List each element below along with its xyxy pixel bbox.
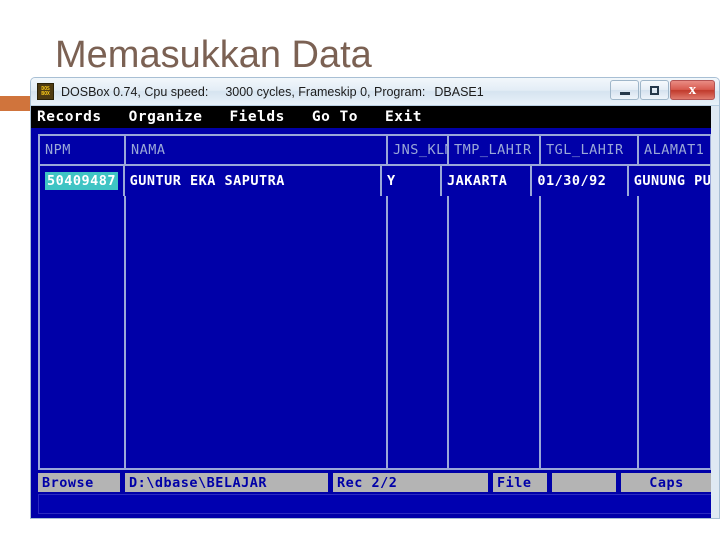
cell-alamat1[interactable]: GUNUNG PU: [629, 166, 710, 196]
close-button[interactable]: x: [670, 80, 715, 100]
cell-tgl-lahir[interactable]: 01/30/92: [532, 166, 629, 196]
page-title: Memasukkan Data: [55, 34, 372, 76]
browse-area: NPM NAMA JNS_KLM TMP_LAHIR TGL_LAHIR ALA…: [31, 128, 719, 470]
column-header-alamat1[interactable]: ALAMAT1: [639, 136, 710, 164]
empty-cell-alamat1: [639, 196, 710, 468]
dosbox-window: DOS BOX DOSBox 0.74, Cpu speed: 3000 cycl…: [30, 77, 720, 519]
window-right-frame: [711, 106, 719, 518]
cell-nama[interactable]: GUNTUR EKA SAPUTRA: [125, 166, 382, 196]
empty-cell-npm: [40, 196, 126, 468]
dosbox-icon-line-2: BOX: [41, 90, 50, 97]
window-controls: x: [609, 80, 715, 100]
browse-grid: NPM NAMA JNS_KLM TMP_LAHIR TGL_LAHIR ALA…: [38, 134, 712, 470]
dbase-statusbar: Browse D:\dbase\BELAJAR Rec 2/2 File Cap…: [31, 470, 719, 518]
menu-item-exit[interactable]: Exit: [385, 109, 422, 125]
window-title-emulator: DOSBox 0.74, Cpu speed:: [61, 84, 209, 99]
window-title-program: DBASE1: [434, 84, 484, 99]
empty-cell-jns-klm: [388, 196, 449, 468]
column-header-tgl-lahir[interactable]: TGL_LAHIR: [541, 136, 639, 164]
status-message-area: [38, 494, 712, 514]
dos-screen: Records Organize Fields Go To Exit NPM N…: [31, 106, 719, 518]
window-title-speed: 3000 cycles, Frameskip 0, Program:: [225, 84, 426, 99]
status-caps: Caps: [621, 473, 712, 492]
column-header-jns-klm[interactable]: JNS_KLM: [388, 136, 449, 164]
menu-item-fields[interactable]: Fields: [229, 109, 284, 125]
status-file[interactable]: File: [493, 473, 547, 492]
column-header-nama[interactable]: NAMA: [126, 136, 388, 164]
window-title: DOSBox 0.74, Cpu speed: 3000 cycles, Fram…: [61, 85, 484, 99]
cell-jns-klm[interactable]: Y: [382, 166, 442, 196]
status-segments: Browse D:\dbase\BELAJAR Rec 2/2 File Cap…: [38, 473, 712, 492]
status-mode[interactable]: Browse: [38, 473, 120, 492]
empty-cell-tgl-lahir: [541, 196, 639, 468]
column-header-npm[interactable]: NPM: [40, 136, 126, 164]
close-icon: x: [688, 81, 697, 98]
cell-npm[interactable]: 50409487: [40, 166, 125, 196]
window-titlebar[interactable]: DOS BOX DOSBox 0.74, Cpu speed: 3000 cycl…: [31, 78, 719, 106]
grid-empty-area: [40, 196, 710, 468]
empty-cell-tmp-lahir: [449, 196, 541, 468]
menu-item-go-to[interactable]: Go To: [312, 109, 358, 125]
column-header-tmp-lahir[interactable]: TMP_LAHIR: [449, 136, 541, 164]
cell-npm-value: 50409487: [45, 172, 119, 190]
status-path[interactable]: D:\dbase\BELAJAR: [125, 473, 328, 492]
empty-cell-nama: [126, 196, 388, 468]
status-record[interactable]: Rec 2/2: [333, 473, 488, 492]
maximize-button[interactable]: [640, 80, 669, 100]
table-row[interactable]: 50409487 GUNTUR EKA SAPUTRA Y JAKARTA 01…: [40, 166, 710, 196]
status-blank: [552, 473, 616, 492]
cell-tmp-lahir[interactable]: JAKARTA: [442, 166, 533, 196]
dosbox-icon: DOS BOX: [37, 83, 54, 100]
maximize-icon: [650, 85, 659, 95]
minimize-button[interactable]: [610, 80, 639, 100]
menu-item-organize[interactable]: Organize: [129, 109, 203, 125]
minimize-icon: [619, 91, 630, 95]
grid-header-row: NPM NAMA JNS_KLM TMP_LAHIR TGL_LAHIR ALA…: [40, 136, 710, 166]
dbase-menubar: Records Organize Fields Go To Exit: [31, 106, 719, 128]
menu-item-records[interactable]: Records: [37, 109, 102, 125]
